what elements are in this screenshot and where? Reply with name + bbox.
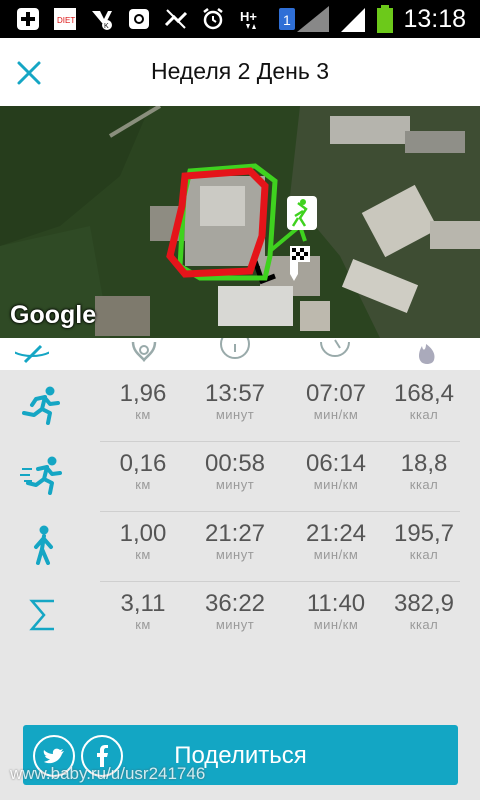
route-map[interactable]: Google [0, 106, 480, 338]
duration-value: 00:58 [204, 450, 266, 477]
pace-unit: мин/км [313, 477, 359, 492]
signal-bars-icon-2 [341, 8, 366, 32]
speedometer-icon[interactable] [318, 338, 352, 370]
pace-value: 06:14 [305, 450, 367, 477]
tab-strip [0, 338, 480, 370]
duration-unit: минут [215, 617, 255, 632]
pace-unit: мин/км [313, 407, 359, 422]
duration-value: 36:22 [204, 590, 266, 617]
stat-row-run: 1,96 км 13:57 минут 07:07 мин/км 168,4 ккал [0, 370, 480, 439]
battery-icon [377, 5, 394, 33]
distance-value: 1,96 [119, 380, 167, 407]
google-logo: Google [10, 301, 97, 329]
vk-icon: K [92, 11, 112, 30]
calories-value: 168,4 [393, 380, 455, 407]
pace-value: 07:07 [305, 380, 367, 407]
duration-unit: минут [215, 547, 255, 562]
pace-value: 21:24 [305, 520, 367, 547]
svg-text:DIET: DIET [57, 16, 75, 25]
alarm-icon [203, 8, 223, 30]
duration-unit: минут [215, 407, 255, 422]
calories-unit: ккал [409, 407, 439, 422]
sprint-icon [20, 456, 62, 495]
signal-bars-icon [297, 6, 330, 32]
sum-icon [29, 599, 54, 631]
app-header: Неделя 2 День 3 [0, 38, 480, 106]
calories-value: 382,9 [393, 590, 455, 617]
svg-text:K: K [104, 23, 109, 30]
hplus-data-icon: H+ [240, 9, 257, 29]
distance-value: 0,16 [119, 450, 167, 477]
calories-unit: ккал [409, 617, 439, 632]
stat-row-walk: 1,00 км 21:27 минут 21:24 мин/км 195,7 ккал [0, 510, 480, 579]
svg-text:H+: H+ [240, 9, 257, 24]
distance-value: 3,11 [120, 590, 166, 617]
stats-table: 1,96 км 13:57 минут 07:07 мин/км 168,4 ккал … [0, 370, 480, 650]
run-icon [22, 386, 60, 425]
instagram-icon [129, 9, 149, 29]
duration-value: 13:57 [204, 380, 266, 407]
add-icon [17, 8, 39, 30]
distance-unit: км [135, 407, 151, 422]
distance-unit: км [135, 617, 151, 632]
walk-icon [34, 525, 53, 565]
calories-unit: ккал [409, 547, 439, 562]
stat-row-total: 3,11 км 36:22 минут 11:40 мин/км 382,9 ккал [0, 580, 480, 649]
watermark: www.baby.ru/u/usr241746 [10, 764, 206, 783]
pace-unit: мин/км [313, 547, 359, 562]
calories-value: 18,8 [400, 450, 448, 477]
calories-unit: ккал [409, 477, 439, 492]
heart-rate-icon[interactable] [127, 338, 161, 370]
clock: 13:18 [403, 4, 466, 33]
edit-icon[interactable] [15, 338, 49, 370]
pace-value: 11:40 [306, 590, 366, 617]
duration-value: 21:27 [204, 520, 266, 547]
distance-value: 1,00 [119, 520, 167, 547]
timer-icon[interactable] [218, 338, 252, 370]
status-bar: DIET K H+ 1 13:18 [0, 0, 480, 38]
distance-unit: км [135, 477, 151, 492]
calories-flame-icon[interactable] [410, 338, 444, 370]
signal-off-icon [164, 9, 188, 29]
stat-row-sprint: 0,16 км 00:58 минут 06:14 мин/км 18,8 ккал [0, 440, 480, 509]
page-title: Неделя 2 День 3 [150, 58, 330, 84]
svg-text:1: 1 [283, 12, 291, 28]
distance-unit: км [135, 547, 151, 562]
calories-value: 195,7 [393, 520, 455, 547]
pace-unit: мин/км [313, 617, 359, 632]
duration-unit: минут [215, 477, 255, 492]
diet-app-icon: DIET [54, 8, 76, 30]
